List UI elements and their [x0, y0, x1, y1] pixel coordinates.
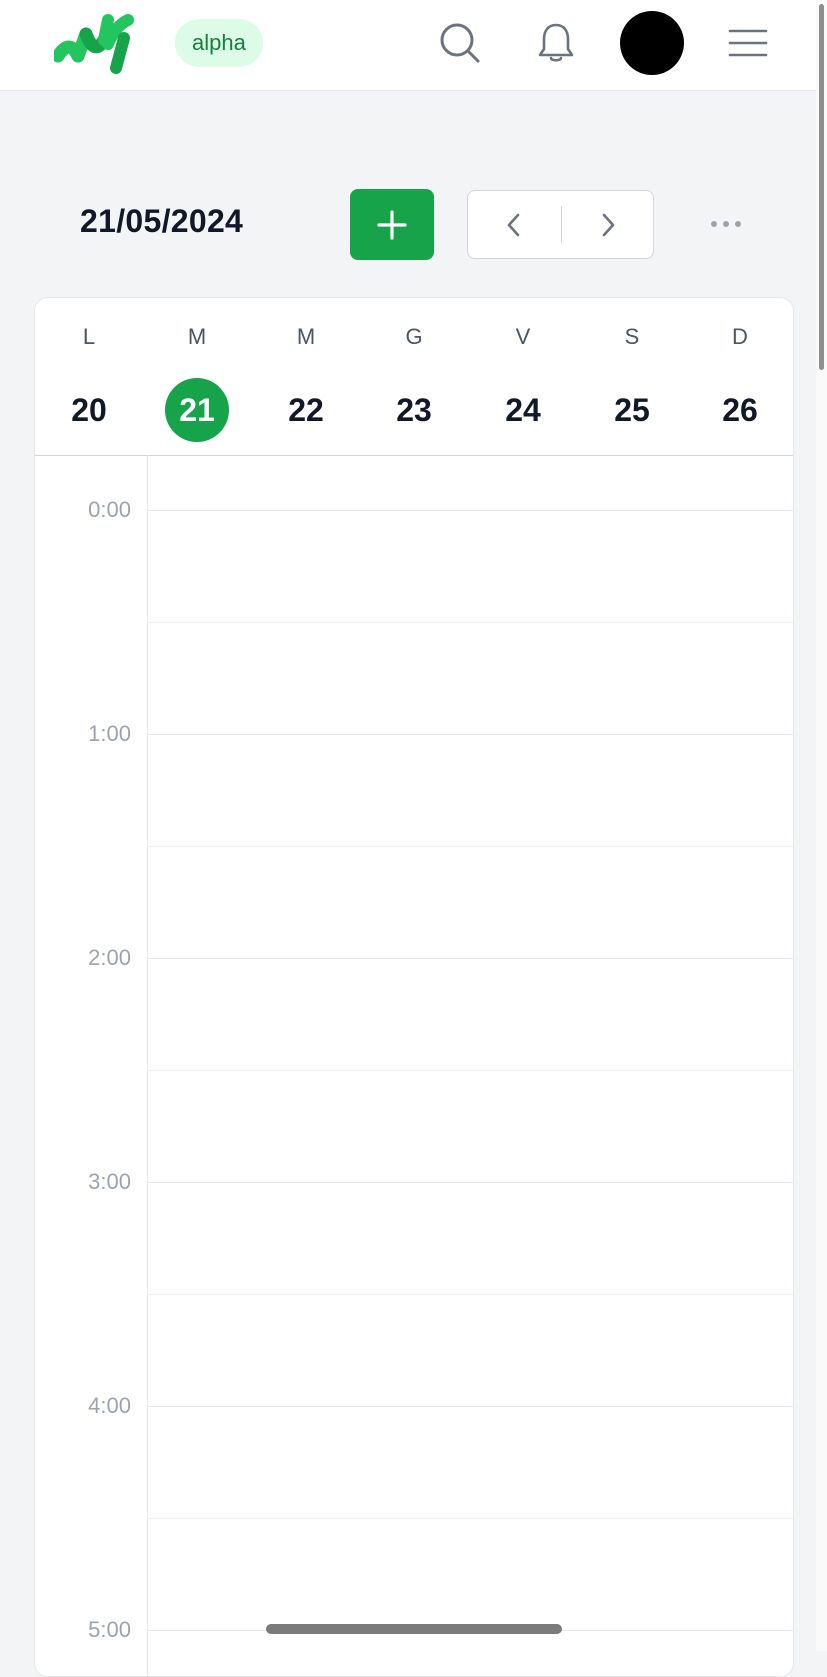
hour-line [147, 734, 793, 735]
weekday-label: D [732, 324, 748, 349]
selected-day-number[interactable]: 21 [165, 378, 229, 442]
half-hour-line [147, 622, 793, 623]
page-scrollbar[interactable] [816, 0, 827, 1651]
week-header: L 20 M 21 M 22 G 23 V 24 S 25 D 26 [35, 298, 793, 456]
time-label: 3:00 [88, 1169, 131, 1194]
menu-button[interactable] [724, 19, 772, 67]
chevron-left-icon [507, 213, 520, 236]
more-horizontal-icon [711, 221, 741, 227]
calendar-card: L 20 M 21 M 22 G 23 V 24 S 25 D 26 0:00 … [34, 297, 794, 1677]
weekday-label: L [82, 324, 96, 349]
more-options-button[interactable] [700, 200, 752, 248]
brand-logo-icon[interactable] [54, 10, 136, 76]
weekday-label: S [624, 324, 640, 349]
time-label: 4:00 [88, 1393, 131, 1418]
add-event-button[interactable] [350, 189, 434, 260]
day-column-mon[interactable]: L 20 [35, 298, 143, 455]
scrollbar-thumb[interactable] [819, 4, 824, 370]
week-navigation [467, 190, 654, 259]
weekday-label: M [187, 324, 207, 349]
next-week-button[interactable] [562, 191, 654, 258]
day-number[interactable]: 25 [600, 378, 664, 442]
hour-line [147, 1406, 793, 1407]
half-hour-line [147, 1518, 793, 1519]
day-column-sun[interactable]: D 26 [686, 298, 793, 455]
home-indicator [266, 1624, 562, 1634]
hour-line [147, 958, 793, 959]
weekday-label: M [296, 324, 316, 349]
day-number[interactable]: 22 [274, 378, 338, 442]
chevron-right-icon [602, 213, 615, 236]
time-label: 5:00 [88, 1617, 131, 1642]
half-hour-line [147, 846, 793, 847]
menu-icon [728, 29, 768, 57]
weekday-label: V [515, 324, 531, 349]
time-label: 1:00 [88, 721, 131, 746]
day-number[interactable]: 20 [57, 378, 121, 442]
half-hour-line [147, 1294, 793, 1295]
day-number[interactable]: 24 [491, 378, 555, 442]
time-label: 2:00 [88, 945, 131, 970]
day-number[interactable]: 26 [708, 378, 772, 442]
top-header: alpha [0, 0, 816, 91]
day-column-tue[interactable]: M 21 [143, 298, 251, 455]
previous-week-button[interactable] [468, 191, 560, 258]
time-gutter-divider [147, 455, 148, 1676]
time-label: 0:00 [88, 497, 131, 522]
half-hour-line [147, 1070, 793, 1071]
notifications-button[interactable] [532, 19, 580, 67]
avatar[interactable] [620, 11, 684, 75]
current-date: 21/05/2024 [80, 203, 244, 239]
day-number[interactable]: 23 [382, 378, 446, 442]
bell-icon [538, 23, 574, 62]
search-button[interactable] [436, 19, 484, 67]
hour-line [147, 1182, 793, 1183]
day-column-fri[interactable]: V 24 [469, 298, 577, 455]
day-column-thu[interactable]: G 23 [360, 298, 468, 455]
plus-icon [377, 209, 407, 240]
weekday-label: G [405, 324, 423, 349]
alpha-badge: alpha [175, 19, 263, 67]
search-icon [440, 23, 480, 63]
hour-line [147, 510, 793, 511]
day-column-wed[interactable]: M 22 [252, 298, 360, 455]
day-column-sat[interactable]: S 25 [578, 298, 686, 455]
